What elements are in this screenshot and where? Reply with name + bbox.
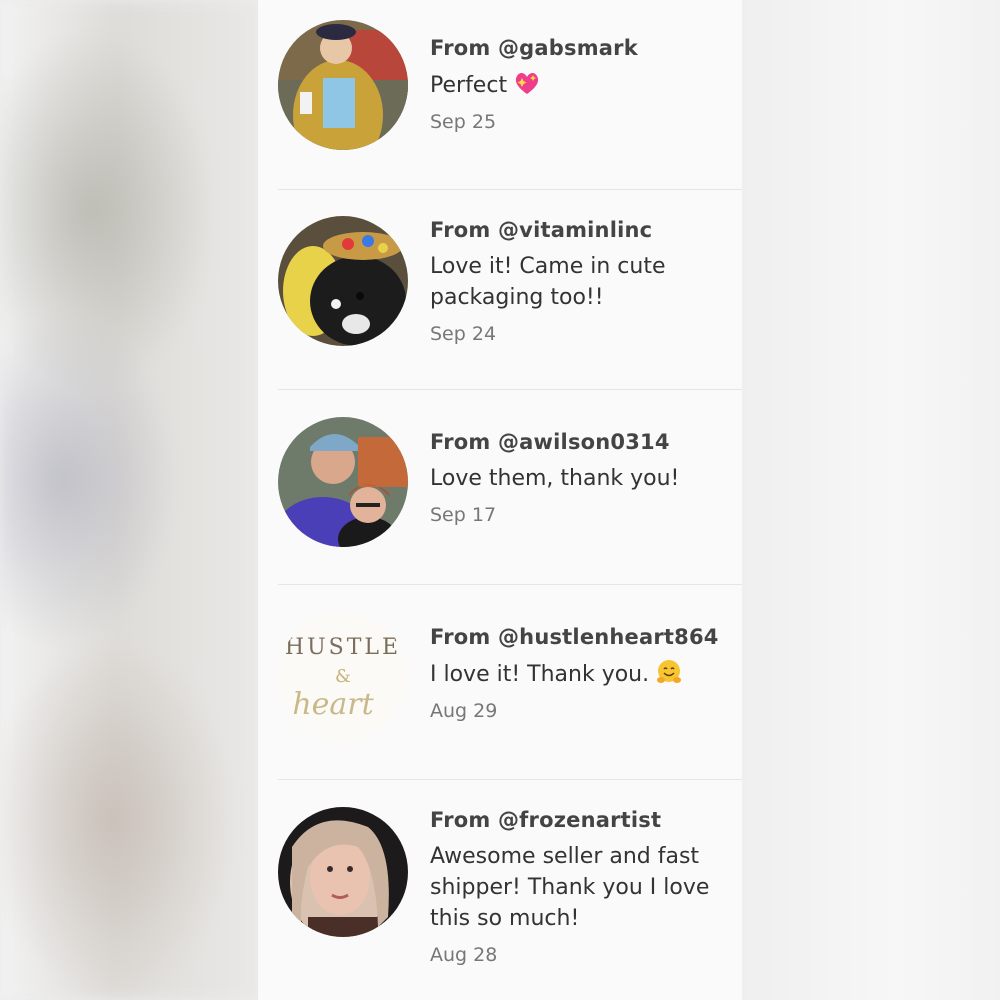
review-message: Perfect (430, 69, 732, 101)
review-date: Aug 29 (430, 700, 498, 722)
review-item: HUSTLE & heart From @hustlenheart864 I l… (278, 585, 742, 780)
review-message: I love it! Thank you. (430, 658, 732, 690)
review-author[interactable]: From @vitaminlinc (430, 216, 732, 244)
review-author[interactable]: From @hustlenheart864 (430, 623, 732, 651)
review-message: Awesome seller and fast shipper! Thank y… (430, 844, 710, 931)
avatar[interactable] (278, 20, 408, 150)
hugging-face-icon (657, 660, 682, 683)
svg-text:HUSTLE: HUSTLE (285, 635, 401, 660)
review-item: From @gabsmark Perfect Sep 25 (278, 0, 742, 190)
blurred-background-left (0, 0, 258, 1000)
review-author[interactable]: From @awilson0314 (430, 428, 732, 456)
review-message: Love it! Came in cute packaging too!! (430, 254, 666, 310)
svg-text:heart: heart (292, 687, 374, 722)
avatar[interactable]: HUSTLE & heart (278, 612, 408, 742)
review-date: Aug 28 (430, 944, 498, 966)
review-item: From @awilson0314 Love them, thank you! … (278, 390, 742, 585)
avatar[interactable] (278, 417, 408, 547)
review-date: Sep 24 (430, 323, 497, 345)
sparkling-heart-icon (515, 73, 539, 94)
svg-text:&: & (335, 666, 351, 687)
review-item: From @frozenartist Awesome seller and fa… (278, 780, 742, 1000)
reviews-list: From @gabsmark Perfect Sep 25 From @vita… (258, 0, 742, 1000)
review-message: Love them, thank you! (430, 466, 680, 491)
avatar[interactable] (278, 216, 408, 346)
review-date: Sep 17 (430, 504, 497, 526)
avatar[interactable] (278, 807, 408, 937)
review-author[interactable]: From @frozenartist (430, 806, 732, 834)
review-author[interactable]: From @gabsmark (430, 34, 732, 62)
review-date: Sep 25 (430, 111, 497, 133)
review-item: From @vitaminlinc Love it! Came in cute … (278, 190, 742, 390)
background-right (742, 0, 1000, 1000)
